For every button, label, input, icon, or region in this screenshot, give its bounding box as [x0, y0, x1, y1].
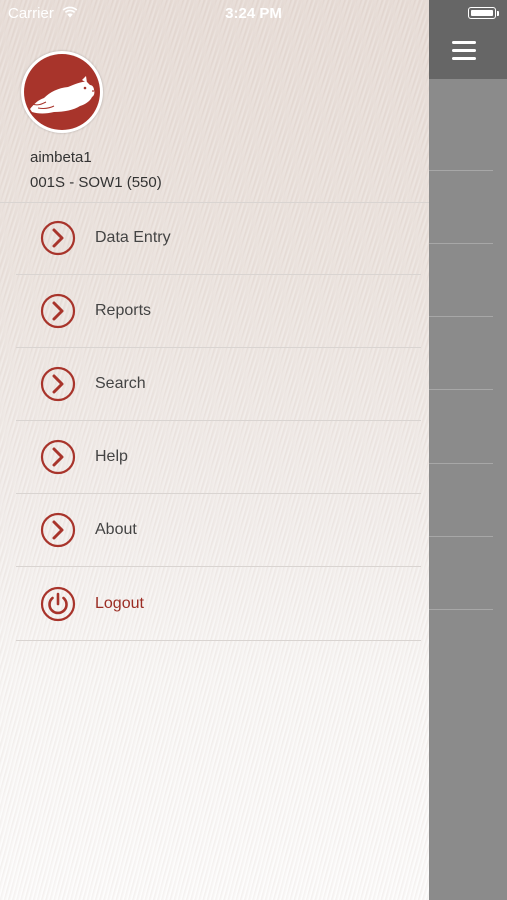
- pig-logo-icon: [24, 54, 100, 130]
- side-drawer: aimbeta1 001S - SOW1 (550) Data Entry Re…: [0, 0, 429, 900]
- chevron-right-circle-icon: [40, 439, 76, 475]
- divider: [429, 243, 493, 244]
- divider: [429, 389, 493, 390]
- divider: [429, 170, 493, 171]
- menu-item-label: Search: [95, 375, 146, 392]
- avatar: [21, 51, 103, 133]
- menu-item-reports[interactable]: Reports: [16, 275, 421, 348]
- menu-item-label: Data Entry: [95, 229, 171, 246]
- menu-item-label: About: [95, 521, 137, 538]
- chevron-right-circle-icon: [40, 293, 76, 329]
- status-bar: Carrier 3:24 PM: [0, 0, 507, 28]
- menu-item-search[interactable]: Search: [16, 348, 421, 421]
- username: aimbeta1: [30, 149, 92, 166]
- battery-icon: [468, 7, 499, 19]
- chevron-right-circle-icon: [40, 512, 76, 548]
- chevron-right-circle-icon: [40, 366, 76, 402]
- farm-label: 001S - SOW1 (550): [30, 174, 162, 191]
- main-content-panel: [429, 0, 507, 900]
- hamburger-menu-icon[interactable]: [452, 41, 476, 63]
- menu-item-label: Help: [95, 448, 128, 465]
- divider: [429, 463, 493, 464]
- chevron-right-circle-icon: [40, 220, 76, 256]
- divider: [429, 609, 493, 610]
- menu-item-label: Reports: [95, 302, 152, 319]
- clock: 3:24 PM: [225, 5, 282, 22]
- power-icon: [40, 586, 76, 622]
- divider: [429, 316, 493, 317]
- menu-item-about[interactable]: About: [16, 494, 421, 567]
- menu-item-logout[interactable]: Logout: [16, 568, 421, 641]
- menu-item-label: Logout: [95, 595, 144, 612]
- divider: [429, 536, 493, 537]
- menu-item-data-entry[interactable]: Data Entry: [16, 202, 421, 275]
- menu-item-help[interactable]: Help: [16, 421, 421, 494]
